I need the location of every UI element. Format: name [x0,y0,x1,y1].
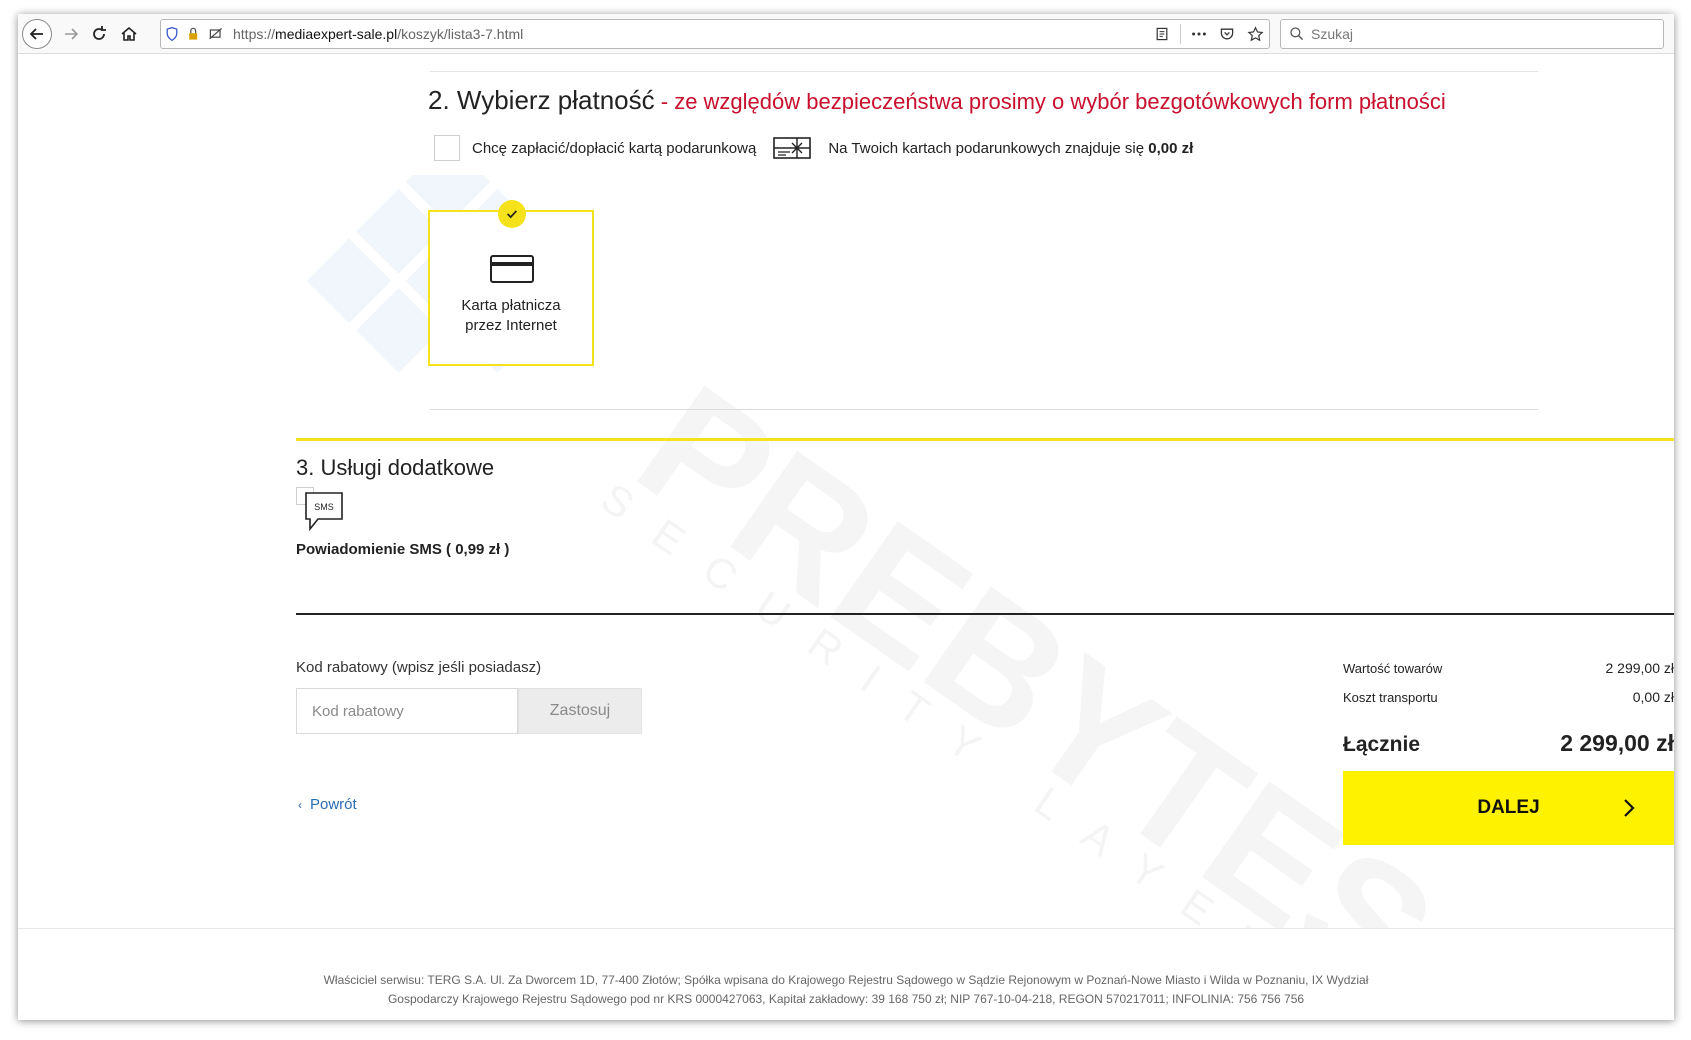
arrow-right-icon [65,28,79,40]
svg-text:SMS: SMS [314,502,334,512]
next-button-label: DALEJ [1477,797,1540,818]
total-row: Łącznie 2 299,00 zł [1343,730,1674,757]
footer: Właściciel serwisu: TERG S.A. Ul. Za Dwo… [18,928,1674,1020]
shipping-cost-label: Koszt transportu [1343,690,1438,705]
gift-card-checkbox[interactable] [434,135,460,161]
page-actions-icon[interactable] [1185,20,1213,48]
home-button[interactable] [114,19,144,49]
sms-option-label[interactable]: Powiadomienie SMS ( 0,99 zł ) [296,541,509,558]
footer-line: Gospodarczy Krajowego Rejestru Sądowego … [387,992,1305,1006]
bookmark-star-icon[interactable] [1241,20,1269,48]
goods-value-amount: 2 299,00 zł [1605,660,1675,676]
payment-option-label: Karta płatnicza przez Internet [461,297,561,334]
gift-card-icon [773,137,812,159]
divider [430,409,1538,410]
search-icon [1290,27,1304,41]
goods-value-label: Wartość towarów [1343,661,1443,676]
sms-bubble-icon: SMS [305,492,343,532]
shipping-cost-amount: 0,00 zł [1632,689,1674,705]
footer-line: Właściciel serwisu: TERG S.A. Ul. Za Dwo… [323,973,1369,987]
goods-value-row: Wartość towarów 2 299,00 zł [1343,660,1674,676]
extras-section-title: 3. Usługi dodatkowe [296,455,495,480]
svg-text:SECURITY LAYER: SECURITY LAYER [593,474,1303,975]
payment-section-title: 2. Wybierz płatność - ze względów bezpie… [428,85,1446,115]
credit-card-icon [490,255,534,283]
search-input[interactable] [1311,26,1651,42]
checkout-page: PREBYTES SECURITY LAYER 2. Wybierz płatn… [18,55,1674,1020]
tracking-protection-icon[interactable] [161,23,183,45]
svg-text:PREBYTES: PREBYTES [607,350,1448,975]
selected-check-icon [498,200,526,228]
divider [430,71,1538,72]
browser-window: https://mediaexpert-sale.pl/koszyk/lista… [18,14,1674,1020]
forward-button[interactable] [56,19,86,49]
reader-view-icon[interactable] [1148,20,1176,48]
payment-warning: - ze względów bezpieczeństwa prosimy o w… [654,89,1446,114]
payment-option-card-online[interactable]: Karta płatnicza przez Internet [428,200,594,366]
back-link[interactable]: ‹ Powrót [298,796,357,813]
chevron-right-icon [1624,799,1635,817]
pocket-icon[interactable] [1213,20,1241,48]
reload-button[interactable] [84,19,114,49]
total-label: Łącznie [1343,733,1421,756]
reload-icon [93,26,106,40]
home-icon [121,26,137,41]
next-button[interactable]: DALEJ [1343,771,1674,845]
section-divider-yellow [296,438,1674,441]
apply-promo-button[interactable]: Zastosuj [518,688,642,734]
gift-card-label[interactable]: Chcę zapłacić/dopłacić kartą podarunkową [472,140,756,157]
promo-code-input[interactable] [296,688,518,734]
promo-code-label: Kod rabatowy (wpisz jeśli posiadasz) [296,659,542,676]
back-link-label: Powrót [310,796,357,813]
url-text[interactable]: https://mediaexpert-sale.pl/koszyk/lista… [233,26,523,42]
browser-toolbar: https://mediaexpert-sale.pl/koszyk/lista… [18,14,1674,54]
search-bar[interactable] [1280,19,1664,49]
divider [296,613,1674,615]
lock-warning-icon[interactable] [183,23,205,45]
total-amount: 2 299,00 zł [1560,730,1674,756]
arrow-left-icon [29,28,43,40]
gift-card-balance: Na Twoich kartach podarunkowych znajduje… [828,139,1194,157]
gift-card-row: Chcę zapłacić/dopłacić kartą podarunkową… [434,133,1193,163]
chevron-left-icon: ‹ [298,797,302,812]
shipping-cost-row: Koszt transportu 0,00 zł [1343,689,1674,705]
url-bar[interactable]: https://mediaexpert-sale.pl/koszyk/lista… [160,19,1270,49]
back-button[interactable] [22,19,52,49]
permissions-icon[interactable] [205,23,227,45]
